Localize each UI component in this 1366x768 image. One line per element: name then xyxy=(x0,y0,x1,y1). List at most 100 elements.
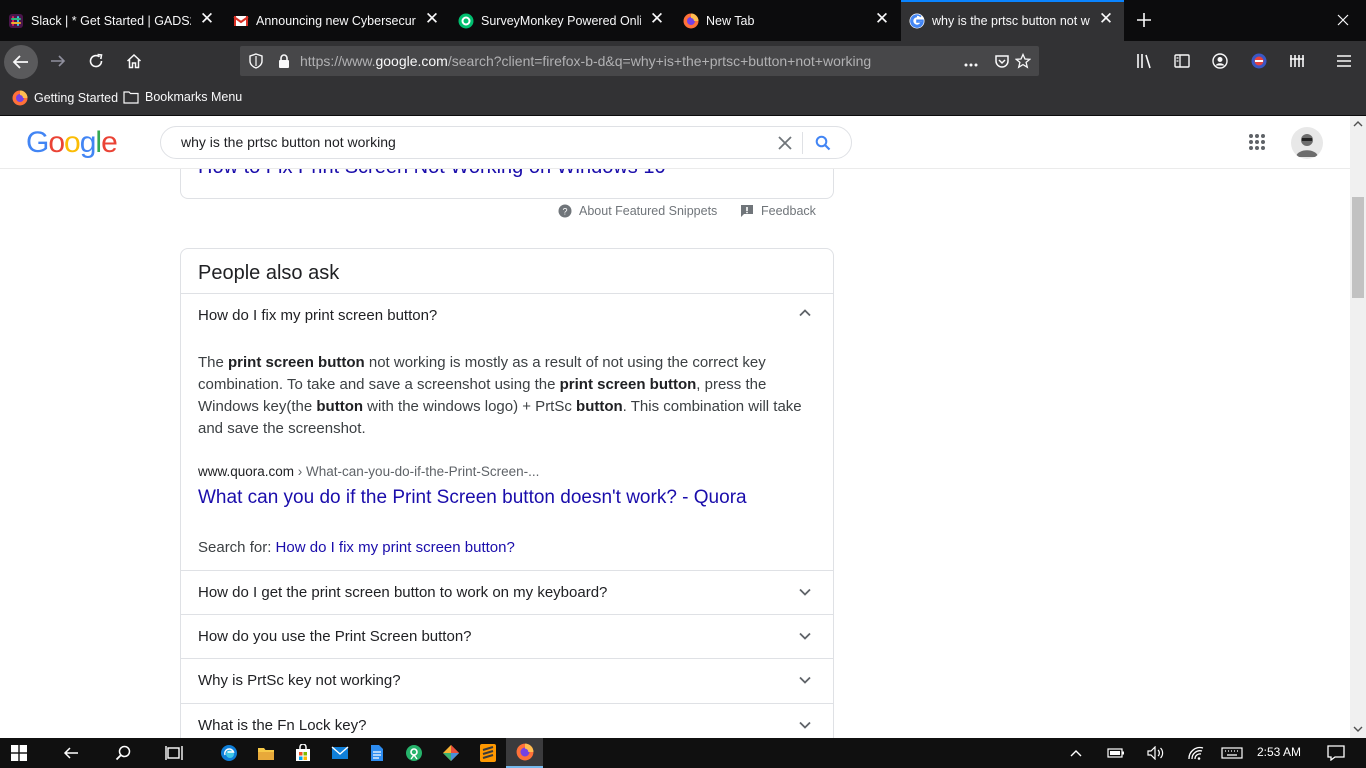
featured-snippet-link[interactable]: How to Fix Print Screen Not Working on W… xyxy=(198,169,666,179)
answer-text: The print screen button not working is m… xyxy=(198,352,808,440)
chevron-up-icon[interactable] xyxy=(797,305,813,321)
search-icon xyxy=(115,745,130,761)
close-tab-icon[interactable]: ✕ xyxy=(649,10,665,27)
taskbar-store[interactable] xyxy=(284,738,321,768)
close-tab-icon[interactable]: ✕ xyxy=(874,10,890,27)
task-view-button[interactable] xyxy=(155,738,192,768)
battery-indicator[interactable] xyxy=(1098,738,1134,768)
close-tab-icon[interactable]: ✕ xyxy=(424,10,440,27)
google-header: Google xyxy=(0,116,1350,169)
tab-new-tab[interactable]: New Tab ✕ xyxy=(675,0,900,41)
chevron-down-icon[interactable] xyxy=(797,584,813,600)
taskbar-firefox[interactable] xyxy=(506,738,543,768)
svg-text:?: ? xyxy=(562,207,567,217)
tab-strip: Slack | * Get Started | GADS202 ✕ Announ… xyxy=(0,0,1366,41)
question-item[interactable]: How do I get the print screen button to … xyxy=(198,584,607,601)
answer-fragment: with the windows logo) + PrtSc xyxy=(363,398,577,415)
search-box[interactable] xyxy=(160,126,852,159)
tracking-shield-icon[interactable] xyxy=(248,53,264,69)
sidebar-button[interactable] xyxy=(1166,45,1198,77)
question-expanded[interactable]: How do I fix my print screen button? xyxy=(198,307,437,324)
taskbar-green-app[interactable] xyxy=(395,738,432,768)
source-path: › What-can-you-do-if-the-Print-Screen-..… xyxy=(294,464,540,479)
close-window-button[interactable] xyxy=(1327,4,1359,36)
google-logo[interactable]: Google xyxy=(26,126,118,160)
scrollbar-thumb[interactable] xyxy=(1352,197,1364,298)
search-for-link[interactable]: How do I fix my print screen button? xyxy=(276,539,515,556)
taskbar-document-app[interactable] xyxy=(358,738,395,768)
divider xyxy=(181,293,833,294)
account-button[interactable] xyxy=(1204,45,1236,77)
show-hidden-icons-button[interactable] xyxy=(1058,738,1094,768)
taskbar-edge[interactable] xyxy=(210,738,247,768)
chevron-down-icon[interactable] xyxy=(797,672,813,688)
keyboard-icon xyxy=(1221,747,1243,759)
logo-letter: G xyxy=(26,126,49,159)
feedback-link[interactable]: Feedback xyxy=(740,204,816,218)
taskbar-search-button[interactable] xyxy=(104,738,141,768)
avatar[interactable] xyxy=(1291,127,1323,159)
page-scrollbar[interactable] xyxy=(1350,116,1366,738)
taskbar-sublime-text[interactable] xyxy=(469,738,506,768)
chevron-down-icon[interactable] xyxy=(797,717,813,733)
feedback-icon xyxy=(741,205,753,217)
back-arrow-icon xyxy=(12,55,28,69)
close-tab-icon[interactable]: ✕ xyxy=(1098,10,1114,27)
taskbar-file-explorer[interactable] xyxy=(247,738,284,768)
tab-title: Announcing new Cybersecurity xyxy=(256,14,416,28)
search-input[interactable] xyxy=(181,134,761,150)
back-button[interactable] xyxy=(4,45,38,79)
tab-slack[interactable]: Slack | * Get Started | GADS202 ✕ xyxy=(0,0,225,41)
url-text[interactable]: https://www.google.com/search?client=fir… xyxy=(300,53,871,69)
taskbar-mail[interactable] xyxy=(321,738,358,768)
close-tab-icon[interactable]: ✕ xyxy=(199,10,215,27)
reload-button[interactable] xyxy=(80,45,112,77)
tab-gmail[interactable]: Announcing new Cybersecurity ✕ xyxy=(225,0,450,41)
chevron-down-icon[interactable] xyxy=(797,628,813,644)
forward-button[interactable] xyxy=(42,45,74,77)
sublime-text-icon xyxy=(479,744,496,762)
system-clock[interactable]: 2:53 AM xyxy=(1257,745,1301,759)
question-item[interactable]: What is the Fn Lock key? xyxy=(198,717,366,734)
question-item[interactable]: Why is PrtSc key not working? xyxy=(198,672,401,689)
address-bar[interactable]: https://www.google.com/search?client=fir… xyxy=(240,46,1039,76)
bookmark-star-button[interactable] xyxy=(1007,45,1039,77)
answer-bold-fragment: print screen button xyxy=(228,354,365,371)
bookmark-bookmarks-menu[interactable]: Bookmarks Menu xyxy=(123,90,242,104)
more-horizontal-icon xyxy=(964,63,978,67)
app-menu-button[interactable] xyxy=(1328,45,1360,77)
new-tab-button[interactable] xyxy=(1128,4,1160,36)
scroll-up-icon[interactable] xyxy=(1353,120,1363,128)
result-title-link[interactable]: What can you do if the Print Screen butt… xyxy=(198,487,747,509)
clear-search-icon[interactable] xyxy=(778,136,792,150)
bookmark-getting-started[interactable]: Getting Started xyxy=(12,90,118,106)
google-apps-button[interactable] xyxy=(1241,126,1273,158)
taskbar-back-button[interactable] xyxy=(52,738,89,768)
start-button[interactable] xyxy=(0,738,37,768)
url-domain: google.com xyxy=(375,53,448,69)
tab-surveymonkey[interactable]: SurveyMonkey Powered Onlin ✕ xyxy=(450,0,675,41)
action-center-button[interactable] xyxy=(1318,738,1354,768)
close-icon xyxy=(1337,14,1349,26)
page-actions-button[interactable] xyxy=(955,49,987,81)
chevron-up-icon xyxy=(1070,750,1082,757)
extension-button[interactable] xyxy=(1243,45,1275,77)
star-icon xyxy=(1015,53,1031,69)
about-featured-snippets[interactable]: ? About Featured Snippets xyxy=(558,204,717,218)
lock-icon[interactable] xyxy=(277,53,291,69)
network-indicator[interactable] xyxy=(1178,738,1214,768)
search-icon[interactable] xyxy=(815,135,831,151)
extensions-toolbar-button[interactable] xyxy=(1281,45,1313,77)
url-path: /search?client=firefox-b-d&q=why+is+the+… xyxy=(447,53,872,69)
library-button[interactable] xyxy=(1129,45,1161,77)
home-button[interactable] xyxy=(118,45,150,77)
home-icon xyxy=(126,53,142,69)
apps-grid-icon xyxy=(1249,134,1265,150)
scroll-down-icon[interactable] xyxy=(1353,725,1363,733)
volume-control[interactable] xyxy=(1138,738,1174,768)
taskbar-colorful-app[interactable] xyxy=(432,738,469,768)
tab-google-search[interactable]: why is the prtsc button not w ✕ xyxy=(901,0,1124,41)
input-indicator[interactable] xyxy=(1214,738,1250,768)
question-item[interactable]: How do you use the Print Screen button? xyxy=(198,628,472,645)
answer-fragment: The xyxy=(198,354,229,371)
